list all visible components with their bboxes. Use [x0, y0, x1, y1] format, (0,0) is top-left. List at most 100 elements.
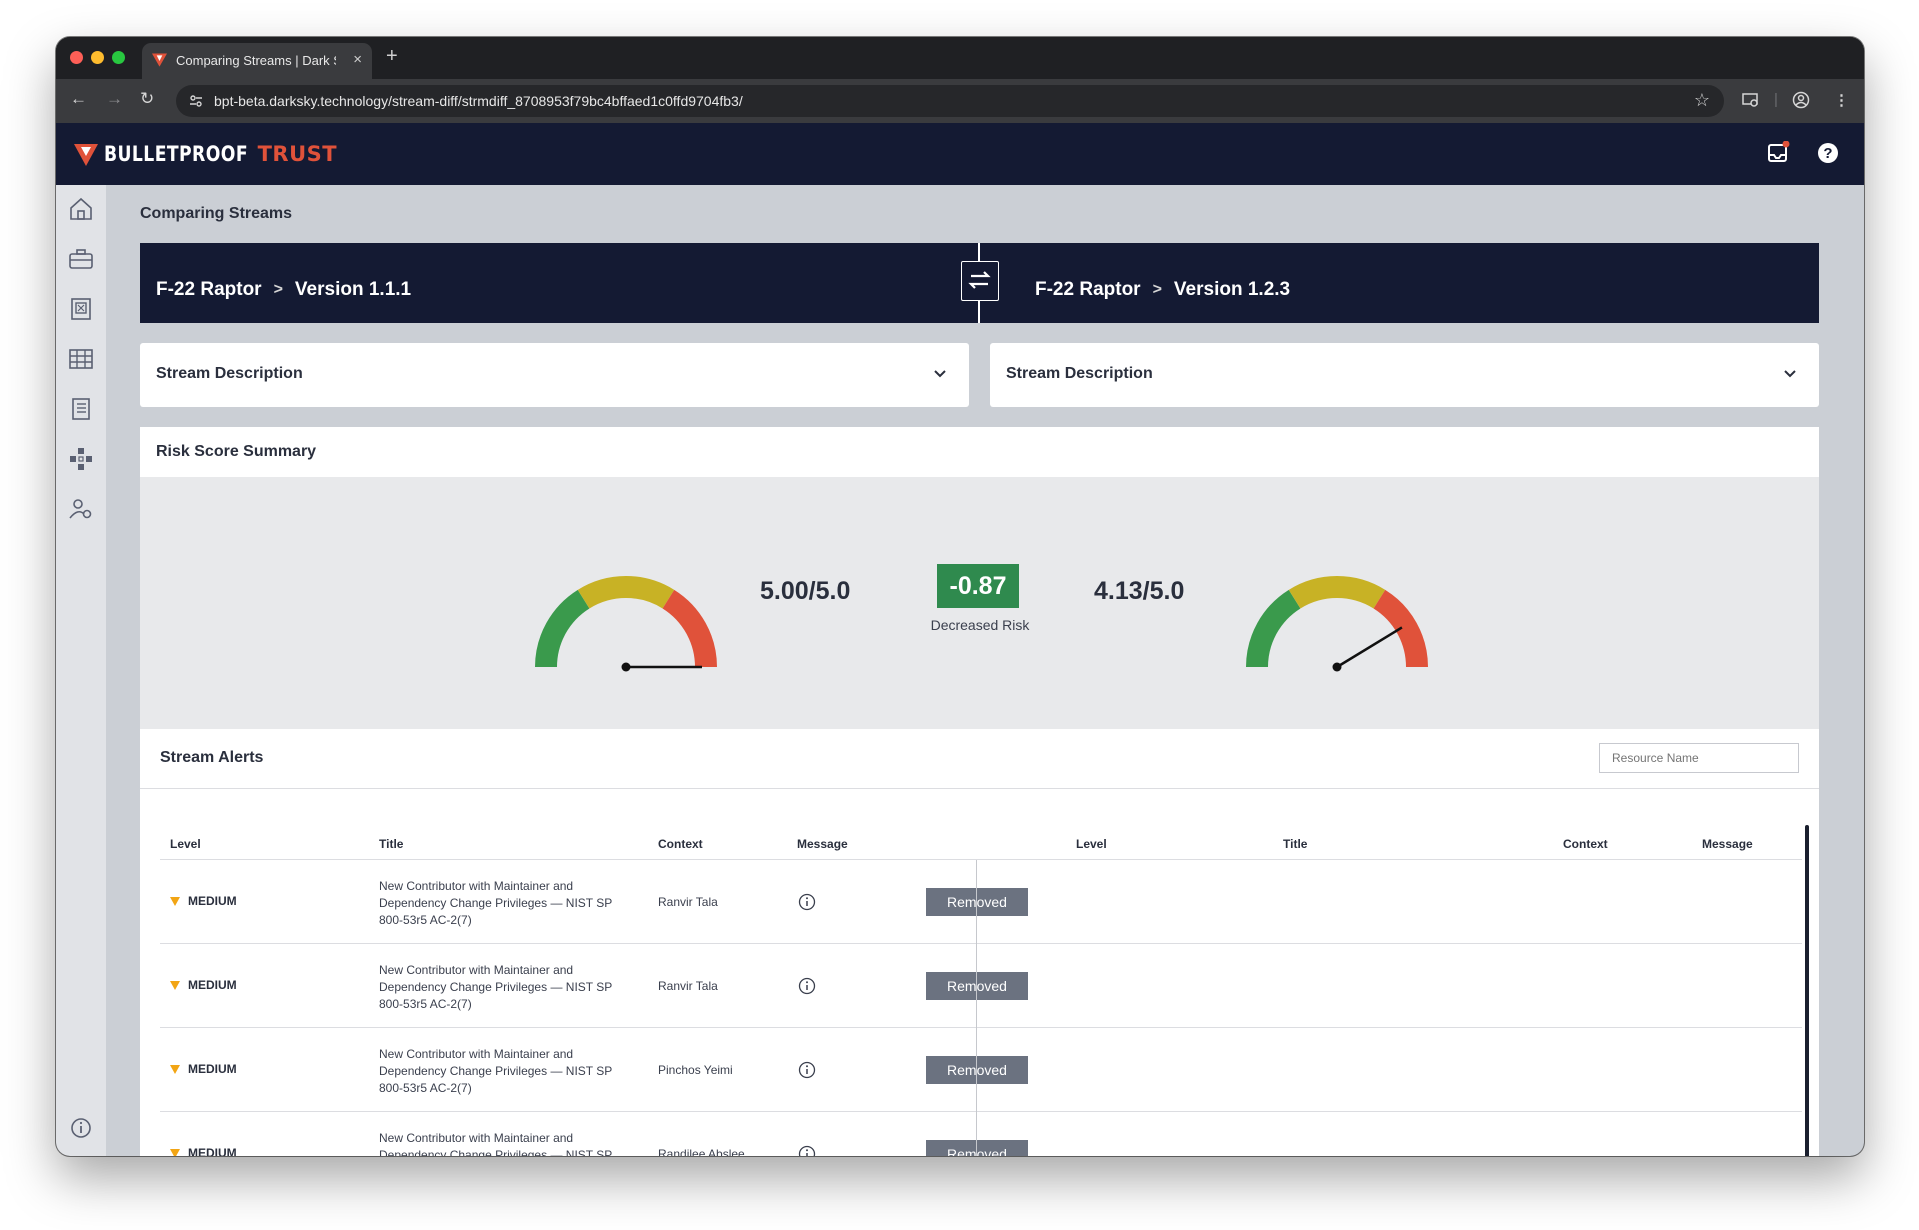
favicon-icon	[152, 53, 167, 67]
network-icon[interactable]	[68, 446, 94, 472]
left-risk-score: 5.00/5.0	[760, 577, 851, 605]
gauge-high-segment	[662, 589, 717, 668]
main-content: Comparing Streams F-22 Raptor > Version …	[106, 185, 1864, 1156]
medium-severity-icon	[170, 896, 180, 906]
level-cell: MEDIUM	[170, 1146, 237, 1156]
removed-status-badge: Removed	[926, 972, 1028, 1000]
table-row[interactable]: MEDIUM New Contributor with Maintainer a…	[160, 1112, 1802, 1156]
removed-status-badge: Removed	[926, 1140, 1028, 1156]
alert-title: New Contributor with Maintainer and Depe…	[379, 963, 613, 1011]
minimize-window-button[interactable]	[91, 51, 104, 64]
vault-icon[interactable]	[68, 296, 94, 322]
stream-alerts-title: Stream Alerts	[160, 749, 264, 766]
table-row[interactable]: MEDIUM New Contributor with Maintainer a…	[160, 1028, 1802, 1112]
info-icon[interactable]	[70, 1117, 92, 1139]
user-settings-icon[interactable]	[68, 496, 94, 522]
alert-title: New Contributor with Maintainer and Depe…	[379, 879, 613, 927]
svg-text:?: ?	[1823, 145, 1832, 162]
cast-icon[interactable]	[1742, 91, 1760, 109]
right-stream-description[interactable]: Stream Description	[990, 343, 1819, 407]
risk-score-summary: Risk Score Summary 5.00/5.0 -0.87 Decrea…	[140, 427, 1819, 729]
gauge-low-segment	[1246, 589, 1301, 668]
table-row[interactable]: MEDIUM New Contributor with Maintainer a…	[160, 860, 1802, 944]
chevron-right-icon: >	[273, 281, 283, 298]
report-icon[interactable]	[68, 396, 94, 422]
col-title: Title	[379, 837, 404, 851]
bulletproof-trust-logo[interactable]: BULLETPROOF TRUST	[74, 141, 337, 167]
stream-compare-banner: F-22 Raptor > Version 1.1.1 F-22 Raptor …	[140, 243, 1819, 323]
grid-icon[interactable]	[68, 346, 94, 372]
alert-context: Ranvir Tala	[658, 979, 718, 993]
gauge-high-segment	[1373, 589, 1428, 668]
level-cell: MEDIUM	[170, 1062, 237, 1076]
col-context-right: Context	[1563, 837, 1608, 851]
left-stream-title: F-22 Raptor > Version 1.1.1	[156, 279, 411, 301]
home-icon[interactable]	[68, 196, 94, 222]
medium-severity-icon	[170, 1064, 180, 1074]
tab-title: Comparing Streams | Dark Sky	[176, 53, 336, 68]
message-info-icon[interactable]	[798, 893, 816, 911]
removed-status-badge: Removed	[926, 1056, 1028, 1084]
right-risk-gauge	[1246, 576, 1428, 672]
table-scrollbar[interactable]	[1805, 825, 1809, 1156]
right-version: Version 1.2.3	[1173, 279, 1291, 300]
address-bar[interactable]: bpt-beta.darksky.technology/stream-diff/…	[176, 85, 1724, 117]
risk-delta-badge: -0.87	[937, 564, 1019, 608]
risk-summary-header: Risk Score Summary	[140, 427, 1819, 477]
tab-close-icon[interactable]: ×	[353, 51, 362, 68]
close-window-button[interactable]	[70, 51, 83, 64]
left-product-link[interactable]: F-22 Raptor	[156, 279, 262, 301]
alert-title: New Contributor with Maintainer and Depe…	[379, 1131, 613, 1156]
message-info-icon[interactable]	[798, 977, 816, 995]
right-product-link[interactable]: F-22 Raptor	[1035, 279, 1141, 301]
logo-text-trust: TRUST	[257, 142, 338, 166]
risk-summary-title: Risk Score Summary	[156, 443, 317, 460]
sidebar	[56, 185, 106, 1156]
right-risk-score: 4.13/5.0	[1094, 577, 1185, 605]
resource-name-search-input[interactable]	[1599, 743, 1799, 773]
maximize-window-button[interactable]	[112, 51, 125, 64]
logo-shield-icon	[74, 144, 98, 166]
profile-icon[interactable]	[1792, 91, 1810, 109]
page-title: Comparing Streams	[140, 205, 293, 222]
back-icon[interactable]: ←	[70, 89, 87, 109]
level-cell: MEDIUM	[170, 894, 237, 908]
help-icon[interactable]: ?	[1816, 141, 1840, 165]
bookmark-star-icon[interactable]: ☆	[1694, 90, 1710, 111]
right-stream-title: F-22 Raptor > Version 1.2.3	[1035, 279, 1290, 301]
briefcase-icon[interactable]	[68, 246, 94, 272]
alert-context: Randilee Abslee	[658, 1147, 745, 1156]
forward-icon[interactable]: →	[106, 89, 123, 109]
stream-description-label: Stream Description	[156, 365, 303, 382]
chevron-down-icon	[1784, 370, 1796, 378]
new-tab-button[interactable]: +	[386, 45, 398, 68]
message-info-icon[interactable]	[798, 1061, 816, 1079]
tab-bar: Comparing Streams | Dark Sky × +	[56, 37, 1864, 79]
browser-tab[interactable]: Comparing Streams | Dark Sky ×	[142, 43, 372, 79]
menu-kebab-icon[interactable]: ⋮	[1834, 91, 1849, 109]
site-settings-icon[interactable]	[188, 93, 204, 109]
stream-description-label: Stream Description	[1006, 365, 1153, 382]
swap-streams-button[interactable]	[961, 261, 999, 301]
level-text: MEDIUM	[188, 978, 237, 992]
gauge-low-segment	[535, 589, 590, 668]
alert-context: Ranvir Tala	[658, 895, 718, 909]
message-info-icon[interactable]	[798, 1145, 816, 1156]
level-text: MEDIUM	[188, 1146, 237, 1156]
logo-text-bulletproof: BULLETPROOF	[104, 142, 248, 166]
swap-icon	[968, 271, 991, 289]
alert-context: Pinchos Yeimi	[658, 1063, 733, 1077]
gauge-mid-segment	[1288, 576, 1386, 609]
col-context: Context	[658, 837, 703, 851]
medium-severity-icon	[170, 1148, 180, 1156]
level-cell: MEDIUM	[170, 978, 237, 992]
col-title-right: Title	[1283, 837, 1308, 851]
left-stream-description[interactable]: Stream Description	[140, 343, 969, 407]
level-text: MEDIUM	[188, 894, 237, 908]
gauge-mid-segment	[577, 576, 675, 609]
table-row[interactable]: MEDIUM New Contributor with Maintainer a…	[160, 944, 1802, 1028]
gauge-needle	[1336, 626, 1403, 669]
reload-icon[interactable]: ↻	[140, 89, 154, 109]
inbox-icon[interactable]	[1766, 141, 1790, 165]
col-message: Message	[797, 837, 848, 851]
